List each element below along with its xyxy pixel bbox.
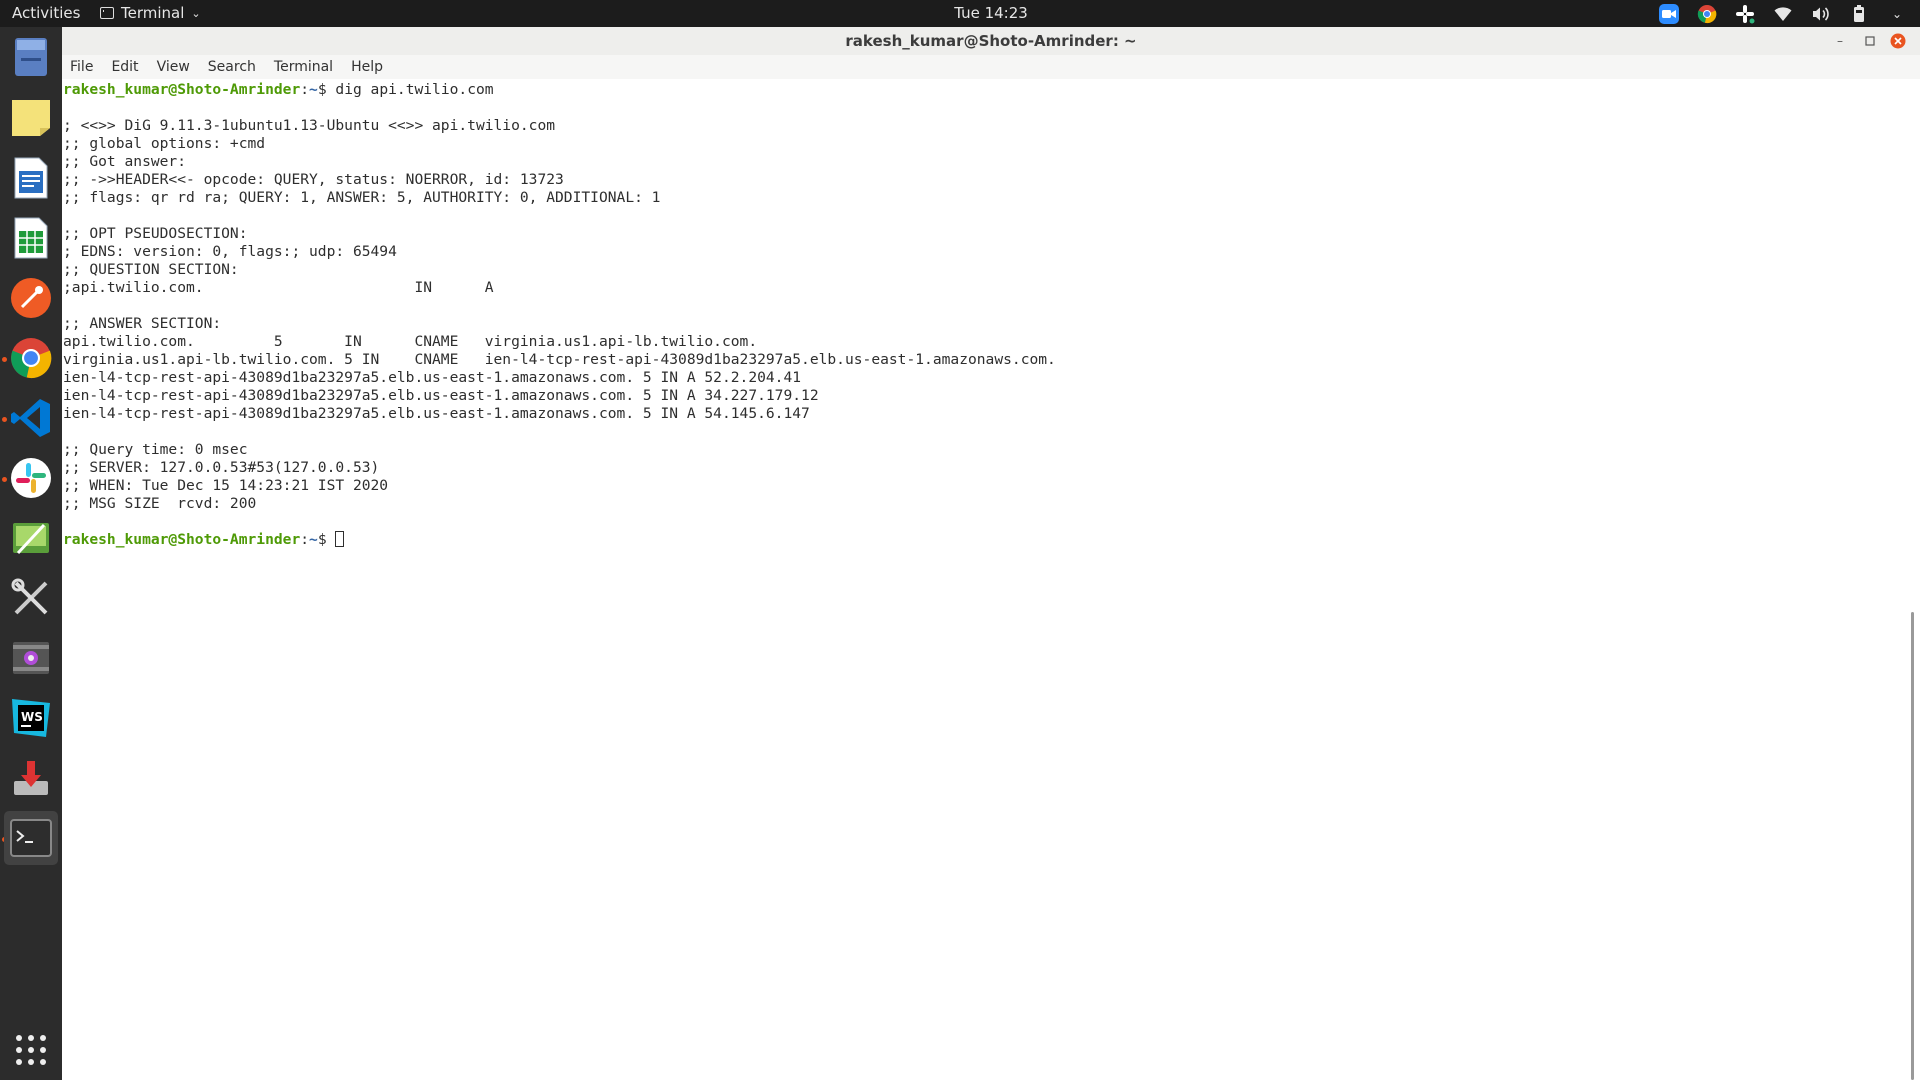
dock-chrome[interactable] (8, 335, 54, 381)
command-text: dig api.twilio.com (335, 81, 494, 98)
wifi-icon[interactable] (1772, 3, 1794, 25)
libreoffice-writer-icon (14, 157, 48, 199)
restore-button[interactable] (1862, 33, 1878, 49)
top-bar: Activities Terminal ⌄ Tue 14:23 ⌄ (0, 0, 1920, 27)
running-indicator (2, 477, 7, 482)
prompt-path: ~ (309, 531, 318, 548)
output-line: ien-l4-tcp-rest-api-43089d1ba23297a5.elb… (63, 405, 810, 422)
command-line: rakesh_kumar@Shoto-Amrinder:~$ dig api.t… (63, 81, 494, 98)
dock-files[interactable] (8, 34, 54, 80)
output-line: ien-l4-tcp-rest-api-43089d1ba23297a5.elb… (63, 387, 819, 404)
kazam-icon (13, 523, 49, 555)
output-line: ;; Got answer: (63, 153, 187, 170)
sticky-notes-icon (12, 100, 50, 136)
output-line: ;; WHEN: Tue Dec 15 14:23:21 IST 2020 (63, 477, 389, 494)
output-line: ien-l4-tcp-rest-api-43089d1ba23297a5.elb… (63, 369, 802, 386)
terminal-text: rakesh_kumar@Shoto-Amrinder:~$ dig api.t… (63, 81, 1903, 549)
battery-icon[interactable] (1848, 3, 1870, 25)
text-cursor (335, 531, 345, 547)
current-prompt: rakesh_kumar@Shoto-Amrinder:~$ (63, 531, 345, 548)
tools-icon (11, 578, 48, 615)
grid-icon (16, 1035, 46, 1065)
terminal-window: rakesh_kumar@Shoto-Amrinder: ~ – File Ed… (62, 27, 1920, 1080)
dock-system-tools[interactable] (8, 575, 54, 621)
output-line: ;; OPT PSEUDOSECTION: (63, 225, 248, 242)
show-applications-button[interactable] (8, 1027, 54, 1073)
output-line: ;; MSG SIZE rcvd: 200 (63, 495, 257, 512)
output-line: ; EDNS: version: 0, flags:; udp: 65494 (63, 243, 397, 260)
dock-libreoffice-calc[interactable] (8, 215, 54, 261)
scrollbar[interactable] (1911, 612, 1914, 1080)
libreoffice-calc-icon (14, 217, 48, 259)
postman-icon (11, 278, 51, 318)
output-line: ; <<>> DiG 9.11.3-1ubuntu1.13-Ubuntu <<>… (63, 117, 556, 134)
menu-search[interactable]: Search (200, 59, 264, 75)
terminal-icon (10, 819, 52, 857)
dock-kazam[interactable] (8, 515, 54, 561)
film-camera-icon (13, 642, 49, 674)
output-line: ;; QUESTION SECTION: (63, 261, 239, 278)
slack-tray-icon[interactable] (1734, 3, 1756, 25)
chrome-tray-icon[interactable] (1696, 3, 1718, 25)
minimize-button[interactable]: – (1832, 33, 1848, 49)
menu-bar: File Edit View Search Terminal Help (62, 55, 1920, 79)
output-line: ;; ANSWER SECTION: (63, 315, 222, 332)
running-indicator (2, 357, 7, 362)
dock-terminal[interactable] (4, 811, 58, 865)
volume-icon[interactable] (1810, 3, 1832, 25)
close-button[interactable] (1890, 33, 1906, 49)
dock-webstorm[interactable]: WS (8, 695, 54, 741)
menu-view[interactable]: View (149, 59, 198, 75)
menu-help[interactable]: Help (343, 59, 391, 75)
title-bar[interactable]: rakesh_kumar@Shoto-Amrinder: ~ – (62, 27, 1920, 56)
output-line: ;; Query time: 0 msec (63, 441, 248, 458)
webstorm-icon: WS (12, 699, 50, 737)
dock-sticky-notes[interactable] (8, 95, 54, 141)
dock-slack[interactable] (8, 455, 54, 501)
window-title: rakesh_kumar@Shoto-Amrinder: ~ (845, 32, 1137, 50)
system-tray: ⌄ (1658, 2, 1908, 25)
svg-text:WS: WS (21, 710, 43, 724)
command-output: ; <<>> DiG 9.11.3-1ubuntu1.13-Ubuntu <<>… (63, 117, 1056, 512)
chevron-down-icon[interactable]: ⌄ (1886, 3, 1908, 25)
dock-vscode[interactable] (8, 395, 54, 441)
running-indicator (2, 417, 7, 422)
files-icon (15, 38, 47, 76)
menu-edit[interactable]: Edit (103, 59, 146, 75)
output-line: api.twilio.com. 5 IN CNAME virginia.us1.… (63, 333, 758, 350)
vscode-icon (11, 399, 50, 437)
output-line: ;; ->>HEADER<<- opcode: QUERY, status: N… (63, 171, 564, 188)
menu-file[interactable]: File (62, 59, 101, 75)
dock: WS (0, 27, 62, 1080)
output-line: virginia.us1.api-lb.twilio.com. 5 IN CNA… (63, 351, 1056, 368)
install-icon (14, 761, 48, 795)
output-line: ;; flags: qr rd ra; QUERY: 1, ANSWER: 5,… (63, 189, 661, 206)
output-line: ;; global options: +cmd (63, 135, 266, 152)
prompt-user: rakesh_kumar@Shoto-Amrinder (63, 81, 301, 98)
prompt-path: ~ (309, 81, 318, 98)
output-line: ;api.twilio.com. IN A (63, 279, 494, 296)
terminal-content[interactable]: rakesh_kumar@Shoto-Amrinder:~$ dig api.t… (63, 81, 1903, 1080)
output-line: ;; SERVER: 127.0.0.53#53(127.0.0.53) (63, 459, 380, 476)
prompt-user: rakesh_kumar@Shoto-Amrinder (63, 531, 301, 548)
clock[interactable]: Tue 14:23 (0, 4, 1920, 22)
dock-libreoffice-writer[interactable] (8, 155, 54, 201)
dock-postman[interactable] (8, 275, 54, 321)
dock-installer[interactable] (8, 755, 54, 801)
chrome-icon (11, 338, 52, 379)
menu-terminal[interactable]: Terminal (266, 59, 341, 75)
slack-icon (11, 458, 51, 498)
zoom-icon[interactable] (1658, 3, 1680, 25)
dock-video-recorder[interactable] (8, 635, 54, 681)
